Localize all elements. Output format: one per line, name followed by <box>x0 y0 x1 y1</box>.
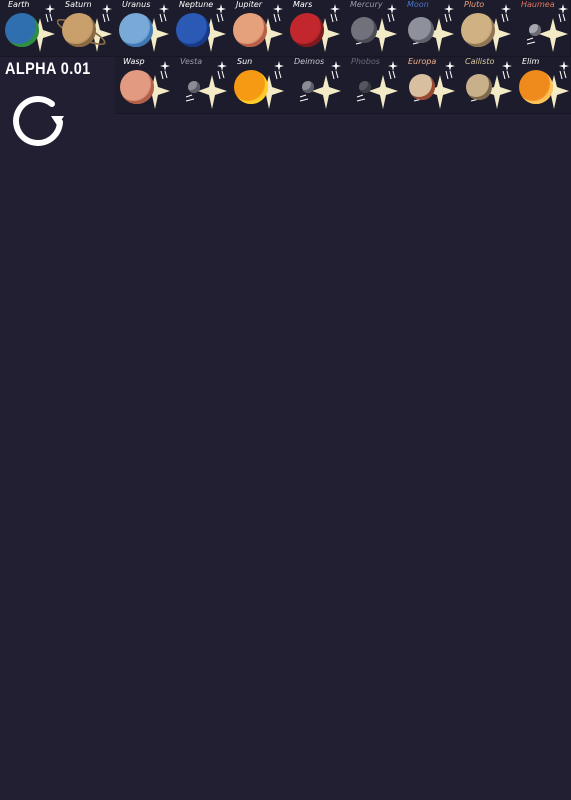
body-card-vesta[interactable]: Vesta <box>172 57 230 114</box>
deimos-planet-icon <box>302 81 314 93</box>
body-card-label: Uranus <box>122 0 151 9</box>
europa-planet-icon <box>409 74 435 100</box>
body-card-europa[interactable]: Europa <box>400 57 458 114</box>
pluto-planet-icon <box>461 13 495 47</box>
body-card-deimos[interactable]: Deimos <box>286 57 344 114</box>
body-card-moon[interactable]: Moon <box>399 0 457 57</box>
body-card-mercury[interactable]: Mercury <box>342 0 400 57</box>
body-card-sun[interactable]: Sun <box>229 57 287 114</box>
neptune-planet-icon <box>176 13 210 47</box>
body-card-saturn[interactable]: Saturn <box>57 0 115 57</box>
callisto-planet-icon <box>466 74 492 100</box>
body-card-label: Phobos <box>351 57 380 66</box>
body-card-label: Vesta <box>180 57 203 66</box>
mercury-planet-icon <box>351 17 377 43</box>
body-card-callisto[interactable]: Callisto <box>457 57 515 114</box>
body-card-label: Europa <box>408 57 437 66</box>
vesta-planet-icon <box>188 81 200 93</box>
body-card-label: Deimos <box>294 57 325 66</box>
haumea-planet-icon <box>529 24 541 36</box>
body-card-elim[interactable]: Elim <box>514 57 571 114</box>
moon-planet-icon <box>408 17 434 43</box>
version-label: ALPHA 0.01 <box>5 59 91 78</box>
earth-planet-icon <box>5 13 39 47</box>
body-card-label: Wasp <box>123 57 145 66</box>
body-card-label: Callisto <box>465 57 495 66</box>
body-card-label: Haumea <box>521 0 555 9</box>
body-card-label: Neptune <box>179 0 214 9</box>
phobos-planet-icon <box>359 81 371 93</box>
wasp-planet-icon <box>120 70 154 104</box>
reload-button[interactable] <box>8 86 68 148</box>
jupiter-planet-icon <box>233 13 267 47</box>
body-card-label: Sun <box>237 57 253 66</box>
body-card-wasp[interactable]: Wasp <box>115 57 173 114</box>
saturn-planet-icon <box>62 13 96 47</box>
body-card-label: Jupiter <box>236 0 263 9</box>
refresh-icon <box>13 96 64 146</box>
body-card-pluto[interactable]: Pluto <box>456 0 514 57</box>
body-card-label: Elim <box>522 57 540 66</box>
body-card-uranus[interactable]: Uranus <box>114 0 172 57</box>
body-card-label: Pluto <box>464 0 485 9</box>
body-card-mars[interactable]: Mars <box>285 0 343 57</box>
body-card-phobos[interactable]: Phobos <box>343 57 401 114</box>
body-card-label: Mercury <box>350 0 383 9</box>
sun-planet-icon <box>234 70 268 104</box>
body-card-label: Mars <box>293 0 313 9</box>
body-card-label: Moon <box>407 0 429 9</box>
body-card-haumea[interactable]: Haumea <box>513 0 571 57</box>
body-card-neptune[interactable]: Neptune <box>171 0 229 57</box>
uranus-planet-icon <box>119 13 153 47</box>
mars-planet-icon <box>290 13 324 47</box>
body-card-label: Earth <box>8 0 30 9</box>
body-card-jupiter[interactable]: Jupiter <box>228 0 286 57</box>
elim-planet-icon <box>519 70 553 104</box>
body-card-earth[interactable]: Earth <box>0 0 58 57</box>
body-card-label: Saturn <box>65 0 92 9</box>
